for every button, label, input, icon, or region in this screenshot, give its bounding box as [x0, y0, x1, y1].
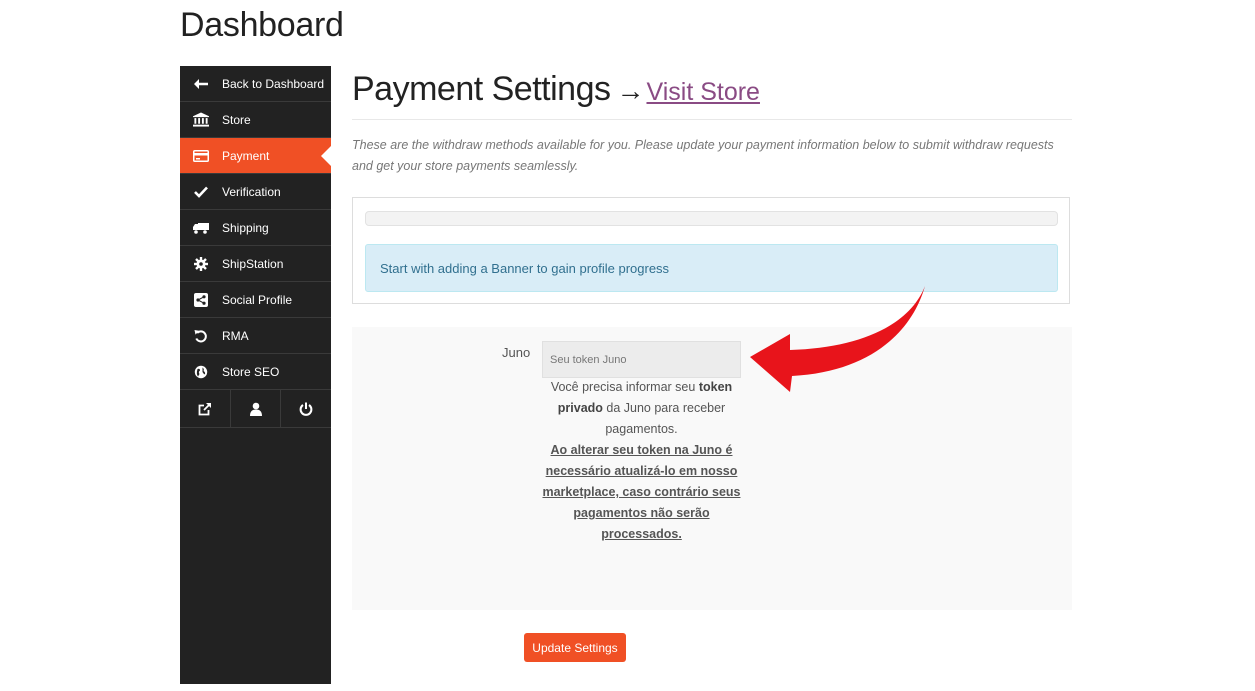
sidebar-bottom-links [180, 390, 331, 428]
juno-token-input[interactable] [542, 341, 741, 378]
external-link-icon[interactable] [180, 390, 231, 427]
right-arrow: → [616, 75, 645, 106]
withdraw-methods-description: These are the withdraw methods available… [352, 138, 1054, 173]
dashboard-sidebar: Back to Dashboard Store Payment Verifica… [180, 66, 331, 684]
juno-payment-form: Juno Você precisa informar seu token pri… [352, 327, 1072, 610]
sidebar-item-rma[interactable]: RMA [180, 318, 331, 354]
sidebar-item-verification[interactable]: Verification [180, 174, 331, 210]
sidebar-item-label: Store SEO [222, 364, 280, 379]
update-settings-button[interactable]: Update Settings [524, 633, 626, 662]
sidebar-item-label: Social Profile [222, 292, 293, 307]
sidebar-item-label: Store [222, 112, 251, 127]
profile-progress-box: Start with adding a Banner to gain profi… [352, 197, 1070, 304]
sidebar-item-label: Verification [222, 184, 281, 199]
sidebar-item-store[interactable]: Store [180, 102, 331, 138]
visit-store-link[interactable]: Visit Store [646, 78, 759, 107]
progress-info-alert: Start with adding a Banner to gain profi… [365, 244, 1058, 292]
help-text-post: da Juno para receber pagamentos. [602, 401, 726, 436]
check-icon [193, 186, 209, 198]
gear-icon [193, 256, 209, 271]
sidebar-item-back-to-dashboard[interactable]: Back to Dashboard [180, 66, 331, 102]
arrow-left-icon [193, 78, 209, 89]
settings-heading: Payment Settings [352, 70, 611, 108]
profile-progress-bar [365, 211, 1058, 226]
sidebar-item-payment[interactable]: Payment [180, 138, 331, 174]
globe-icon [193, 365, 209, 379]
red-arrow-annotation-icon [750, 286, 925, 392]
power-icon[interactable] [281, 390, 331, 427]
help-text-pre: Você precisa informar seu [550, 380, 699, 394]
juno-help-text: Você precisa informar seu token privado … [542, 377, 741, 545]
bank-icon [193, 112, 209, 127]
user-icon[interactable] [231, 390, 282, 427]
sidebar-item-label: Shipping [222, 220, 269, 235]
payment-settings-content: Payment Settings → Visit Store These are… [352, 66, 1072, 662]
share-icon [193, 292, 209, 307]
sidebar-item-social-profile[interactable]: Social Profile [180, 282, 331, 318]
sidebar-item-label: RMA [222, 328, 249, 343]
sidebar-item-label: ShipStation [222, 256, 284, 271]
progress-alert-text: Start with adding a Banner to gain profi… [380, 260, 670, 276]
sidebar-item-shipstation[interactable]: ShipStation [180, 246, 331, 282]
undo-icon [193, 329, 209, 343]
sidebar-item-store-seo[interactable]: Store SEO [180, 354, 331, 390]
token-update-warning-link[interactable]: Ao alterar seu token na Juno é necessári… [542, 443, 740, 541]
juno-label: Juno [502, 345, 531, 360]
sidebar-item-label: Payment [222, 148, 270, 163]
sidebar-item-shipping[interactable]: Shipping [180, 210, 331, 246]
settings-header: Payment Settings → Visit Store [352, 66, 1072, 120]
page-title: Dashboard [180, 6, 344, 44]
truck-icon [193, 222, 209, 234]
sidebar-item-label: Back to Dashboard [222, 76, 325, 91]
credit-card-icon [193, 149, 209, 162]
